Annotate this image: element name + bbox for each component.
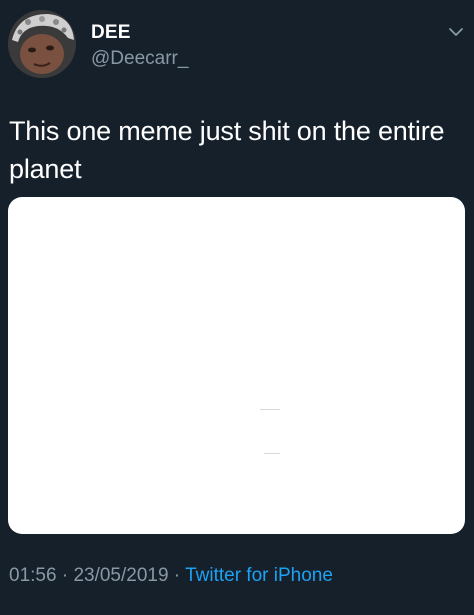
tweet-text: This one meme just shit on the entire pl… xyxy=(9,116,445,184)
tweet-card: DEE @Deecarr_ This one meme just shit on… xyxy=(0,0,474,615)
tweet-source-link[interactable]: Twitter for iPhone xyxy=(185,565,333,586)
chevron-down-icon[interactable] xyxy=(448,26,464,38)
tweet-media-image[interactable] xyxy=(8,197,465,534)
display-name[interactable]: DEE xyxy=(91,22,131,44)
meta-separator: · xyxy=(168,565,186,586)
tweet-time: 01:56 xyxy=(9,565,57,586)
avatar[interactable] xyxy=(8,10,76,78)
tweet-date: 23/05/2019 xyxy=(73,565,169,586)
user-handle[interactable]: @Deecarr_ xyxy=(91,48,188,70)
avatar-photo xyxy=(8,10,76,78)
tweet-metadata: 01:56 · 23/05/2019 · Twitter for iPhone xyxy=(9,565,333,587)
image-artifact xyxy=(260,409,280,410)
image-artifact xyxy=(264,453,280,454)
meta-separator: · xyxy=(56,565,74,586)
